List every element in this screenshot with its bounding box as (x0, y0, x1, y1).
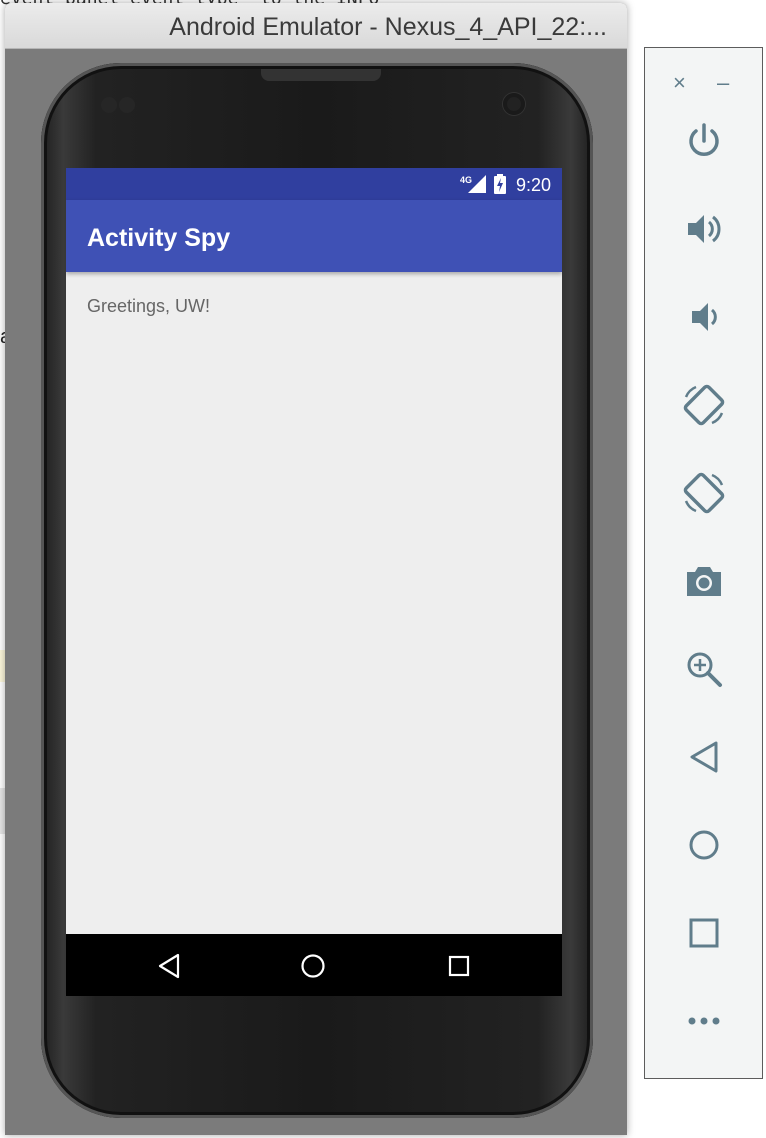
light-sensor (119, 97, 135, 113)
front-camera-icon (503, 93, 525, 115)
more-button[interactable] (679, 996, 729, 1046)
camera-icon (687, 567, 721, 596)
status-bar: 4G 9:20 (66, 168, 562, 200)
emulator-control-panel: × – (644, 47, 763, 1079)
window-titlebar[interactable]: Android Emulator - Nexus_4_API_22:... (5, 3, 627, 49)
signal-icon (468, 175, 486, 193)
back-button[interactable] (679, 732, 729, 782)
proximity-sensor (101, 97, 117, 113)
back-triangle-icon[interactable] (156, 953, 182, 979)
rotate-right-icon (683, 472, 725, 514)
navigation-bar (66, 934, 562, 996)
zoom-in-icon (687, 652, 722, 687)
app-toolbar: Activity Spy (66, 200, 562, 272)
home-circle-icon[interactable] (300, 953, 326, 979)
zoom-button[interactable] (679, 644, 729, 694)
earpiece-speaker (261, 69, 381, 81)
overview-icon (689, 918, 719, 948)
rotate-right-button[interactable] (679, 468, 729, 518)
phone-screen: 4G 9:20 Activity Spy Greetings, UW! (66, 168, 562, 996)
home-icon (689, 830, 719, 860)
status-time: 9:20 (515, 175, 551, 195)
more-dots-icon (688, 1017, 720, 1025)
greeting-text: Greetings, UW! (87, 296, 211, 316)
volume-down-button[interactable] (679, 292, 729, 342)
rotate-left-button[interactable] (679, 380, 729, 430)
close-panel-icon[interactable]: × (673, 70, 686, 96)
window-title: Android Emulator - Nexus_4_API_22:... (169, 13, 607, 41)
back-icon (690, 741, 718, 773)
rotate-left-icon (683, 384, 725, 426)
volume-up-icon (688, 215, 721, 243)
minimize-panel-icon[interactable]: – (717, 70, 729, 96)
battery-charging-icon (494, 174, 506, 194)
volume-down-icon (692, 303, 717, 331)
recents-square-icon[interactable] (446, 953, 472, 979)
volume-up-button[interactable] (679, 204, 729, 254)
power-button[interactable] (679, 116, 729, 166)
app-title: Activity Spy (87, 224, 231, 252)
overview-button[interactable] (679, 908, 729, 958)
home-button[interactable] (679, 820, 729, 870)
power-icon (689, 123, 719, 156)
screenshot-button[interactable] (679, 556, 729, 606)
